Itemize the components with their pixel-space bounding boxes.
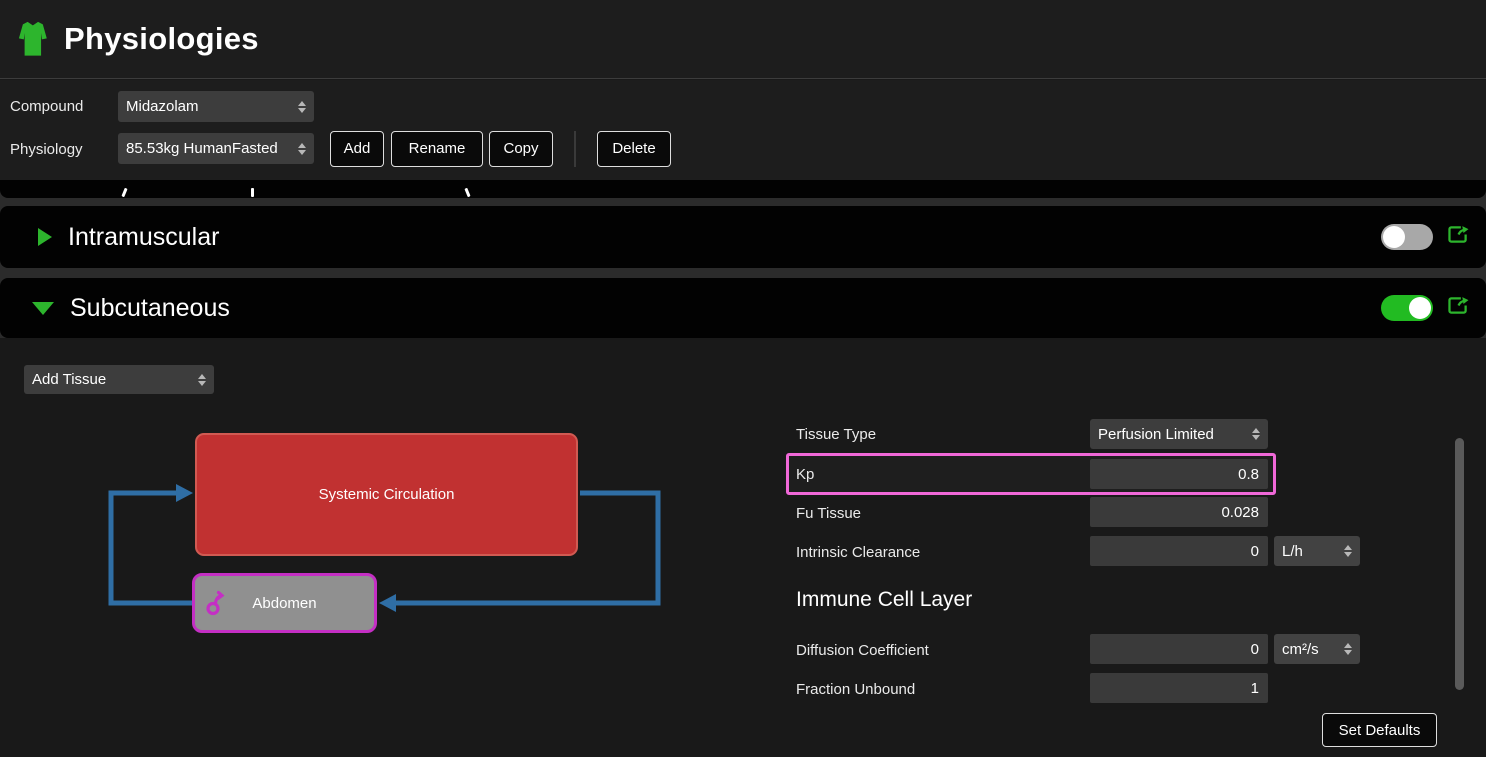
physiology-select-value: 85.53kg HumanFasted: [126, 140, 292, 157]
intrinsic-clearance-label: Intrinsic Clearance: [796, 544, 920, 561]
immune-cell-layer-heading: Immune Cell Layer: [796, 588, 972, 612]
intrinsic-clearance-unit-value: L/h: [1282, 543, 1338, 560]
tissue-type-label: Tissue Type: [796, 426, 876, 443]
kp-label: Kp: [796, 466, 814, 483]
diffusion-coefficient-input[interactable]: [1090, 634, 1268, 664]
section-intramuscular[interactable]: Intramuscular: [0, 206, 1486, 268]
set-defaults-button[interactable]: Set Defaults: [1322, 713, 1437, 747]
spinner-icon: [1344, 545, 1352, 557]
fu-tissue-label: Fu Tissue: [796, 505, 861, 522]
add-button[interactable]: Add: [330, 131, 384, 167]
tissue-type-select-value: Perfusion Limited: [1098, 426, 1246, 443]
diffusion-unit-select[interactable]: cm²/s: [1274, 634, 1360, 664]
section-intramuscular-title: Intramuscular: [68, 223, 219, 252]
spinner-icon: [298, 143, 306, 155]
systemic-circulation-node[interactable]: Systemic Circulation: [195, 433, 578, 556]
tissue-type-select[interactable]: Perfusion Limited: [1090, 419, 1268, 449]
app-header: Physiologies: [0, 0, 1486, 79]
partial-section-header[interactable]: [0, 180, 1486, 198]
toggle-knob: [1383, 226, 1405, 248]
toggle-knob: [1409, 297, 1431, 319]
spinner-icon: [1344, 643, 1352, 655]
systemic-circulation-label: Systemic Circulation: [319, 486, 455, 503]
subcutaneous-toggle[interactable]: [1381, 295, 1433, 321]
copy-button[interactable]: Copy: [489, 131, 553, 167]
diffusion-unit-value: cm²/s: [1282, 641, 1338, 658]
fraction-unbound-label: Fraction Unbound: [796, 681, 915, 698]
clipped-text-fragment: [251, 188, 254, 197]
chevron-down-icon[interactable]: [32, 302, 54, 315]
section-subcutaneous[interactable]: Subcutaneous: [0, 278, 1486, 338]
delete-button[interactable]: Delete: [597, 131, 671, 167]
toolbar-divider: [574, 131, 576, 167]
chevron-right-icon[interactable]: [38, 228, 52, 246]
physiology-body-icon: [14, 16, 54, 62]
spinner-icon: [1252, 428, 1260, 440]
kp-input[interactable]: [1090, 459, 1268, 489]
diffusion-coefficient-label: Diffusion Coefficient: [796, 642, 929, 659]
compound-select[interactable]: Midazolam: [118, 91, 314, 122]
injection-site-icon: [205, 590, 227, 621]
rename-button[interactable]: Rename: [391, 131, 483, 167]
open-external-icon[interactable]: [1447, 225, 1470, 249]
abdomen-tissue-node[interactable]: Abdomen: [192, 573, 377, 633]
spinner-icon: [298, 101, 306, 113]
intrinsic-clearance-unit-select[interactable]: L/h: [1274, 536, 1360, 566]
open-external-icon[interactable]: [1447, 296, 1470, 320]
compound-select-value: Midazolam: [126, 98, 292, 115]
abdomen-label: Abdomen: [252, 595, 316, 612]
page-title: Physiologies: [64, 21, 259, 57]
toolbar: Compound Midazolam Physiology 85.53kg Hu…: [0, 80, 1486, 180]
clipped-text-fragment: [121, 188, 127, 197]
fu-tissue-input[interactable]: [1090, 497, 1268, 527]
vertical-scrollbar-thumb[interactable]: [1455, 438, 1464, 690]
section-stack: Intramuscular Subcutaneous: [0, 180, 1486, 338]
intrinsic-clearance-input[interactable]: [1090, 536, 1268, 566]
subcutaneous-panel: Add Tissue Systemic Circulation: [0, 338, 1486, 757]
compound-label: Compound: [10, 98, 83, 115]
clipped-text-fragment: [464, 188, 470, 197]
physiology-label: Physiology: [10, 141, 83, 158]
physiologies-window: Physiologies Compound Midazolam Physiolo…: [0, 0, 1486, 757]
intramuscular-toggle[interactable]: [1381, 224, 1433, 250]
fraction-unbound-input[interactable]: [1090, 673, 1268, 703]
physiology-select[interactable]: 85.53kg HumanFasted: [118, 133, 314, 164]
section-subcutaneous-title: Subcutaneous: [70, 294, 230, 323]
